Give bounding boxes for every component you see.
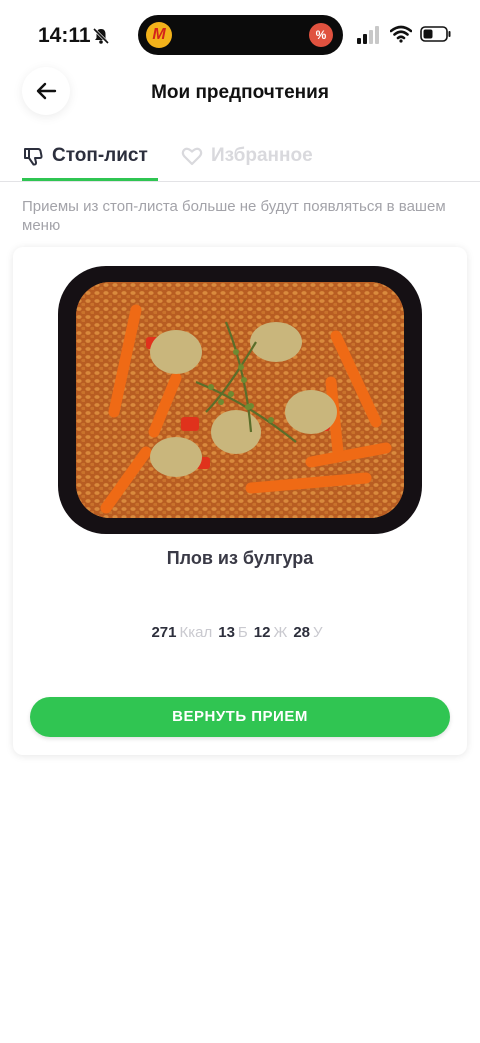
silent-bell-icon [92,27,110,45]
tab-favorites-label: Избранное [211,145,313,166]
return-meal-button[interactable]: ВЕРНУТЬ ПРИЕМ [30,697,450,737]
kcal-value: 271 [151,624,177,641]
carbs-value: 28 [293,624,310,641]
tabs-divider [0,181,480,182]
kcal-unit: Ккал [179,624,213,641]
protein-value: 13 [218,624,235,641]
page-title: Мои предпочтения [151,82,329,103]
fat-value: 12 [253,624,271,641]
cellular-signal-icon [357,26,379,44]
dynamic-island: M % [138,15,343,55]
wifi-icon [390,25,412,43]
dish-name: Плов из булгура [166,548,314,568]
status-bar: 14:11 M % [0,0,480,66]
dish-card: Плов из булгура 271 Ккал 13 Б 12 Ж 28 У ВЕРНУТЬ… [13,247,467,755]
battery-icon [420,26,451,42]
dish-image [58,266,422,534]
discount-icon: % [309,23,333,47]
protein-unit: Б [237,624,248,641]
status-time: 14:11 [38,24,91,47]
app-logo-icon: M [146,22,172,48]
thumbs-down-icon [24,148,43,166]
stop-list-hint: Приемы из стоп-листа больше не будут поя… [22,198,446,234]
fat-unit: Ж [273,624,288,641]
nutrition-facts: 271 Ккал 13 Б 12 Ж 28 У [13,624,467,641]
tab-stop-list[interactable]: Стоп-лист [22,142,148,170]
heart-icon [181,147,203,166]
carbs-unit: У [313,624,323,641]
tab-stop-list-label: Стоп-лист [52,145,148,166]
tab-favorites[interactable]: Избранное [181,142,313,170]
